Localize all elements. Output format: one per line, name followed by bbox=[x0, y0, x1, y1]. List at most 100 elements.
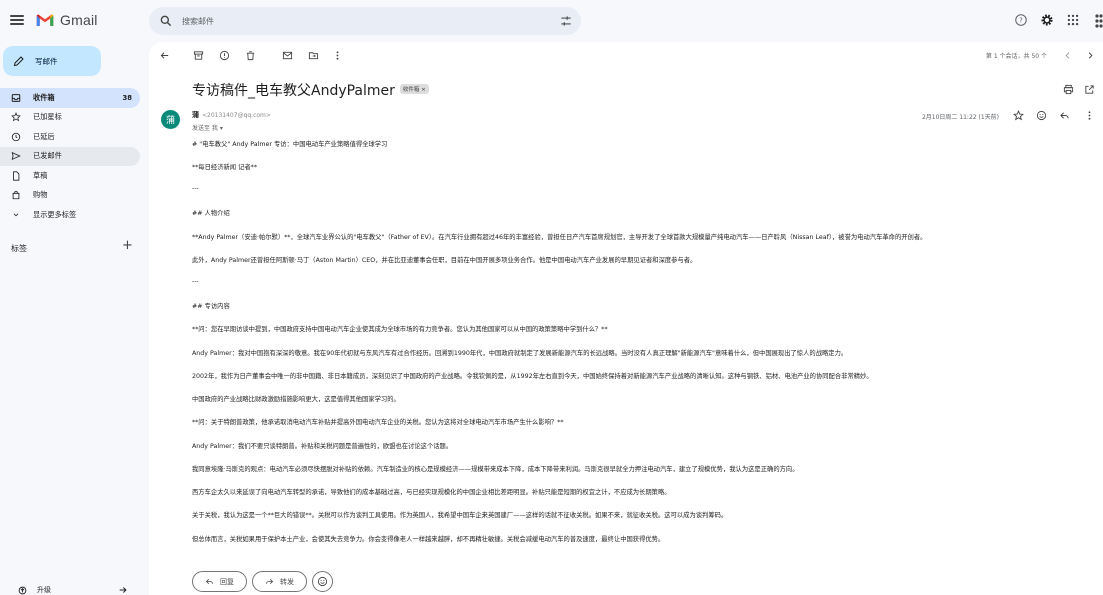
apps-grid-icon[interactable] bbox=[1066, 13, 1080, 27]
open-new-window-icon[interactable] bbox=[1084, 84, 1095, 95]
compose-button[interactable]: 写邮件 bbox=[3, 46, 101, 76]
upgrade-label: 升级 bbox=[37, 586, 51, 594]
star-icon[interactable] bbox=[1013, 110, 1024, 121]
body-paragraph: 中国政府的产业战略比财政激励措施影响更大，这是值得其他国家学习的。 bbox=[192, 396, 400, 403]
reply-button[interactable]: 回复 bbox=[192, 571, 247, 592]
body-paragraph: **问：关于特朗普政策，他承诺取消电动汽车补贴并提高外国电动汽车企业的关税。您认… bbox=[192, 419, 564, 426]
reply-label: 回复 bbox=[220, 577, 234, 586]
archive-icon[interactable] bbox=[193, 50, 204, 61]
body-paragraph: 我同意埃隆·马斯克的观点：电动汽车必须尽快摆脱对补贴的依赖。汽车制造业的核心是规… bbox=[192, 466, 799, 473]
sidebar-item-starred[interactable]: 已加星标 bbox=[0, 108, 140, 128]
move-to-icon[interactable] bbox=[308, 50, 319, 61]
search-input[interactable] bbox=[182, 14, 542, 28]
svg-text:?: ? bbox=[1019, 17, 1023, 25]
shopping-icon bbox=[12, 191, 20, 200]
forward-icon bbox=[266, 578, 274, 585]
help-icon[interactable]: ? bbox=[1014, 13, 1028, 27]
subject-text: 专访稿件_电车教父AndyPalmer bbox=[192, 83, 395, 99]
app-name: Gmail bbox=[60, 12, 98, 28]
pencil-icon bbox=[13, 56, 24, 67]
reply-icon[interactable] bbox=[1059, 110, 1070, 121]
clock-icon bbox=[11, 132, 21, 141]
draft-icon bbox=[13, 171, 20, 181]
inbox-label-chip[interactable]: 收件箱 × bbox=[399, 84, 429, 94]
account-avatar[interactable] bbox=[1094, 10, 1103, 32]
chevron-down-icon bbox=[13, 213, 19, 217]
body-paragraph: --- bbox=[192, 185, 199, 192]
arrow-right-icon[interactable] bbox=[118, 585, 128, 595]
sidebar-item-shopping[interactable]: 购物 bbox=[0, 186, 140, 206]
emoji-icon[interactable] bbox=[1036, 110, 1047, 121]
sidebar-item-more[interactable]: 显示更多标签 bbox=[0, 205, 140, 225]
body-paragraph: ## 专访内容 bbox=[192, 303, 230, 310]
sender-email: <20131407@qq.com> bbox=[202, 112, 271, 119]
inbox-icon bbox=[11, 93, 21, 102]
body-paragraph: ## 人物介绍 bbox=[192, 210, 230, 217]
gmail-m-icon bbox=[36, 14, 54, 26]
print-icon[interactable] bbox=[1063, 84, 1074, 95]
inbox-count: 38 bbox=[122, 93, 132, 102]
emoji-reaction-button[interactable] bbox=[312, 571, 333, 592]
sidebar-item-label: 收件箱 bbox=[33, 92, 55, 102]
forward-label: 转发 bbox=[280, 577, 294, 586]
search-bar[interactable] bbox=[149, 7, 581, 35]
mark-unread-icon[interactable] bbox=[282, 50, 293, 61]
sender-name: 蒲 bbox=[192, 111, 199, 119]
sidebar-nav: 收件箱 38 已加星标 已延后 已发邮件 草稿 购物 显示更多标签 bbox=[0, 88, 140, 225]
labels-heading: 标签 bbox=[11, 244, 27, 253]
sidebar-item-inbox[interactable]: 收件箱 38 bbox=[0, 88, 140, 108]
body-paragraph: 西方车企太久以来延误了向电动汽车转型的承诺，导致他们的成本基础过高，与已经实现规… bbox=[192, 489, 671, 496]
email-subject: 专访稿件_电车教父AndyPalmer 收件箱 × bbox=[192, 80, 429, 100]
more-vert-icon[interactable] bbox=[332, 50, 343, 61]
gmail-logo[interactable]: Gmail bbox=[36, 12, 98, 28]
body-paragraph: 此外，Andy Palmer还曾担任阿斯顿·马丁（Aston Martin）CE… bbox=[192, 257, 697, 264]
body-paragraph: Andy Palmer：我们不要只谈特朗普。补贴和关税问题是普遍性的，欧盟也在讨… bbox=[192, 443, 453, 450]
main-menu-button[interactable] bbox=[10, 13, 24, 27]
search-options-icon[interactable] bbox=[559, 14, 573, 28]
top-bar: Gmail ? bbox=[0, 0, 1103, 42]
delete-icon[interactable] bbox=[245, 50, 256, 61]
sidebar-item-drafts[interactable]: 草稿 bbox=[0, 166, 140, 186]
body-paragraph: Andy Palmer：我对中国抱有深深的敬意。我在90年代初就与东风汽车有过合… bbox=[192, 350, 848, 357]
sidebar-item-label: 显示更多标签 bbox=[33, 209, 77, 219]
forward-button[interactable]: 转发 bbox=[252, 571, 307, 592]
email-view: 第 1 个会话，共 50 个 专访稿件_电车教父AndyPalmer 收件箱 × … bbox=[149, 42, 1103, 595]
settings-icon[interactable] bbox=[1040, 13, 1054, 27]
grid-edge-icon bbox=[1095, 14, 1103, 28]
sender-avatar[interactable]: 蒲 bbox=[161, 110, 180, 129]
sidebar-item-label: 草稿 bbox=[33, 170, 48, 180]
upgrade-button[interactable]: 升级 bbox=[18, 585, 127, 595]
recipient-dropdown[interactable]: 发送至 我 ▾ bbox=[192, 123, 223, 132]
add-label-button[interactable]: + bbox=[122, 238, 133, 253]
body-paragraph: --- bbox=[192, 278, 199, 285]
chevron-right-icon[interactable] bbox=[1085, 50, 1096, 61]
body-paragraph: 2002年，我作为日产董事会中唯一的非中国籍、非日本籍成员，深刻见识了中国政府的… bbox=[192, 373, 873, 380]
body-paragraph: 关于关税，我认为这是一个**巨大的错误**。关税可以作为谈判工具使用。作为英国人… bbox=[192, 512, 728, 519]
upgrade-icon bbox=[18, 586, 27, 594]
body-paragraph: **问：您在早期访谈中提到，中国政府支持中国电动汽车企业使其成为全球市场的有力竞… bbox=[192, 326, 608, 333]
search-icon[interactable] bbox=[159, 14, 173, 28]
chevron-left-icon[interactable] bbox=[1062, 50, 1073, 61]
report-spam-icon[interactable] bbox=[219, 50, 230, 61]
body-paragraph: # "电车教父" Andy Palmer 专访：中国电动车产业策略值得全球学习 bbox=[192, 141, 388, 148]
pagination-text: 第 1 个会话，共 50 个 bbox=[985, 53, 1047, 60]
reply-actions: 回复 转发 bbox=[192, 571, 333, 592]
send-icon bbox=[11, 152, 21, 161]
sidebar-item-snoozed[interactable]: 已延后 bbox=[0, 127, 140, 147]
body-paragraph: **Andy Palmer（安迪·帕尔默）**，全球汽车业界公认的"电车教父"（… bbox=[192, 234, 927, 241]
sidebar-item-sent[interactable]: 已发邮件 bbox=[0, 146, 140, 166]
body-paragraph: **每日经济新闻 记者** bbox=[192, 164, 257, 171]
sender-line[interactable]: 蒲 <20131407@qq.com> bbox=[192, 110, 271, 120]
emoji-icon bbox=[317, 576, 328, 587]
sidebar-item-label: 已加星标 bbox=[33, 112, 62, 122]
email-date: 2月10日周二 11:22 (1天前) bbox=[921, 114, 999, 121]
star-icon bbox=[11, 112, 21, 122]
body-paragraph: 但总体而言，关税如果用于保护本土产业，会使其失去竞争力。你会变得像老人一样越来越… bbox=[192, 536, 665, 543]
sidebar-item-label: 购物 bbox=[33, 190, 48, 200]
sidebar-item-label: 已发邮件 bbox=[33, 151, 62, 161]
compose-label: 写邮件 bbox=[35, 56, 58, 66]
back-arrow-icon[interactable] bbox=[159, 50, 170, 61]
reply-icon bbox=[205, 578, 213, 585]
sidebar-item-label: 已延后 bbox=[33, 131, 55, 141]
more-vert-icon[interactable] bbox=[1084, 110, 1095, 121]
